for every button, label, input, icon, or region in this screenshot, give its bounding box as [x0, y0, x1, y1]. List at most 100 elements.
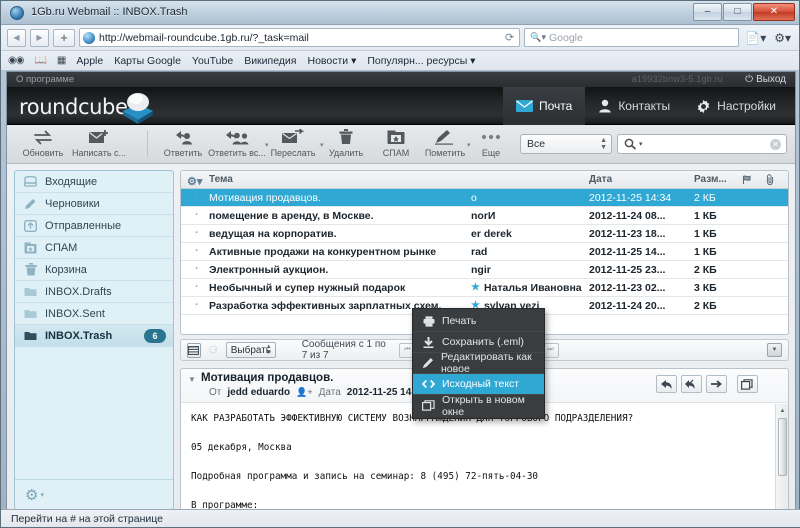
search-dropdown-caret-icon[interactable]: ▾: [639, 140, 643, 148]
maximize-button[interactable]: □: [723, 3, 752, 21]
column-attachment[interactable]: [766, 174, 788, 185]
menu-item-open-new-window[interactable]: Открыть в новом окне: [413, 395, 544, 416]
table-row[interactable]: ·Мотивация продавцов. о 2012-11-25 14:34…: [181, 189, 788, 207]
folder-settings-caret-icon[interactable]: ▾: [40, 491, 44, 499]
list-options-gear-icon[interactable]: ⚙▾: [187, 175, 202, 188]
search-input[interactable]: ▾ ✕: [617, 134, 787, 154]
message-date: 2012-11-24 08...: [589, 210, 694, 222]
message-subject: ·Электронный аукцион.: [181, 264, 471, 276]
flag-icon: [742, 175, 766, 185]
back-button[interactable]: ◀: [7, 29, 26, 47]
reading-glasses-icon[interactable]: ◉◉: [8, 55, 23, 66]
bookmark-news[interactable]: Новости ▾: [308, 55, 357, 67]
table-row[interactable]: ·помещение в аренду, в Москве. norИ 2012…: [181, 207, 788, 225]
pencil-icon: [422, 357, 434, 369]
address-bar[interactable]: http://webmail-roundcube.1gb.ru/?_task=m…: [79, 28, 520, 47]
preview-reply-all-button[interactable]: [681, 375, 702, 393]
folder-settings-gear-icon[interactable]: ⚙: [25, 486, 38, 504]
tab-settings-label: Настройки: [717, 99, 776, 113]
tab-mail[interactable]: Почта: [503, 87, 585, 125]
bookmark-apple[interactable]: Apple: [76, 55, 103, 67]
table-row[interactable]: ·Необычный и супер нужный подарок ★Натал…: [181, 279, 788, 297]
menu-item-edit-as-new[interactable]: Редактировать как новое: [413, 353, 544, 374]
apps-grid-icon[interactable]: ▦: [57, 55, 65, 66]
add-contact-icon[interactable]: 👤+: [296, 387, 312, 398]
table-row[interactable]: ·Активные продажи на конкурентном рынке …: [181, 243, 788, 261]
list-options-button[interactable]: ▼: [767, 343, 782, 357]
delete-button[interactable]: Удалить: [318, 127, 374, 163]
sidebar-item-inbox[interactable]: Входящие: [15, 171, 173, 193]
list-mode-button[interactable]: [187, 343, 201, 358]
delete-label: Удалить: [329, 148, 363, 158]
page-actions-icon[interactable]: 📄▾: [743, 31, 768, 45]
bookmark-wikipedia[interactable]: Википедия: [244, 55, 296, 67]
scrollbar-thumb[interactable]: [778, 418, 787, 476]
minimize-button[interactable]: –: [693, 3, 722, 21]
table-row[interactable]: ·ведущая на корпоратив. er derek 2012-11…: [181, 225, 788, 243]
column-flag[interactable]: [742, 175, 766, 185]
preview-forward-button[interactable]: [706, 375, 727, 393]
select-dropdown[interactable]: Выбрать ▲▼: [226, 342, 276, 358]
menu-item-source-text[interactable]: Исходный текст: [413, 374, 544, 395]
sidebar-item-inbox-trash[interactable]: INBOX.Trash 6: [15, 325, 173, 347]
star-icon[interactable]: ★: [471, 282, 480, 293]
preview-scrollbar[interactable]: ▲ ▼: [775, 404, 788, 510]
sidebar-item-inbox-sent[interactable]: INBOX.Sent: [15, 303, 173, 325]
sidebar-item-inbox-drafts[interactable]: INBOX.Drafts: [15, 281, 173, 303]
about-link[interactable]: О программе: [16, 74, 74, 85]
compose-icon: [88, 127, 110, 147]
os-window: 1Gb.ru Webmail :: INBOX.Trash – □ ✕ ◀ ▶ …: [0, 0, 800, 528]
date-label: Дата: [319, 387, 341, 398]
tab-mail-label: Почта: [539, 99, 572, 113]
close-button[interactable]: ✕: [753, 3, 795, 21]
forward-button[interactable]: ▶: [30, 29, 49, 47]
username-label: a19932bnw3-5.1gb.ru: [632, 74, 723, 84]
tab-contacts-label: Контакты: [618, 99, 670, 113]
collapse-icon[interactable]: ▼: [188, 375, 196, 384]
message-date: 2012-11-25 14:34: [589, 192, 694, 204]
bookmark-popular[interactable]: Популярн... ресурсы ▾: [367, 55, 475, 67]
message-size: 2 КБ: [694, 264, 742, 276]
tab-settings[interactable]: Настройки: [683, 87, 789, 125]
bookmark-google-maps[interactable]: Карты Google: [114, 55, 181, 67]
logout-button[interactable]: ⏻Выход: [745, 74, 786, 85]
bookmark-youtube[interactable]: YouTube: [192, 55, 233, 67]
spam-button[interactable]: СПАМ: [368, 127, 424, 163]
preview-open-window-button[interactable]: [737, 375, 758, 393]
compose-button[interactable]: Написать с...: [71, 127, 127, 163]
trash-icon: [23, 263, 38, 276]
reply-all-button[interactable]: Ответить вс...: [205, 127, 269, 163]
search-clear-icon[interactable]: ✕: [770, 139, 781, 150]
sidebar-item-label: Входящие: [45, 176, 97, 188]
sidebar-item-sent[interactable]: Отправленные: [15, 215, 173, 237]
settings-gear-icon[interactable]: ⚙▾: [772, 31, 793, 45]
forward-button[interactable]: Переслать: [265, 127, 321, 163]
new-tab-button[interactable]: +: [53, 29, 75, 47]
column-size[interactable]: Разм...: [694, 174, 742, 185]
sidebar-item-label: Черновики: [45, 198, 100, 210]
column-subject[interactable]: ⚙▾ Тема: [181, 174, 589, 185]
menu-item-print[interactable]: Печать: [413, 311, 544, 332]
message-sender: о: [471, 192, 589, 204]
menu-item-save-eml[interactable]: Сохранить (.eml): [413, 332, 544, 353]
app-tabs: Почта Контакты Настройки: [503, 87, 789, 125]
column-date[interactable]: Дата: [589, 174, 694, 185]
book-icon[interactable]: 📖: [34, 55, 45, 66]
scroll-up-icon[interactable]: ▲: [776, 404, 789, 417]
mail-toolbar: Обновить Написать с... Ответить Отве: [7, 125, 795, 164]
message-sender: norИ: [471, 210, 589, 222]
sidebar-item-trash[interactable]: Корзина: [15, 259, 173, 281]
refresh-button[interactable]: Обновить: [15, 127, 71, 163]
paperclip-icon: [766, 174, 788, 185]
browser-search-input[interactable]: 🔍▾ Google: [524, 28, 739, 47]
sidebar-item-drafts[interactable]: Черновики: [15, 193, 173, 215]
sidebar-item-spam[interactable]: СПАМ: [15, 237, 173, 259]
more-button[interactable]: Еще: [463, 127, 519, 163]
table-row[interactable]: ·Электронный аукцион. ngir 2012-11-25 23…: [181, 261, 788, 279]
reply-button[interactable]: Ответить: [155, 127, 211, 163]
tab-contacts[interactable]: Контакты: [585, 87, 683, 125]
filter-select[interactable]: Все ▲▼: [520, 134, 612, 154]
threads-icon[interactable]: ⚆: [209, 345, 218, 356]
reload-icon[interactable]: ⟳: [505, 31, 514, 44]
preview-reply-button[interactable]: [656, 375, 677, 393]
